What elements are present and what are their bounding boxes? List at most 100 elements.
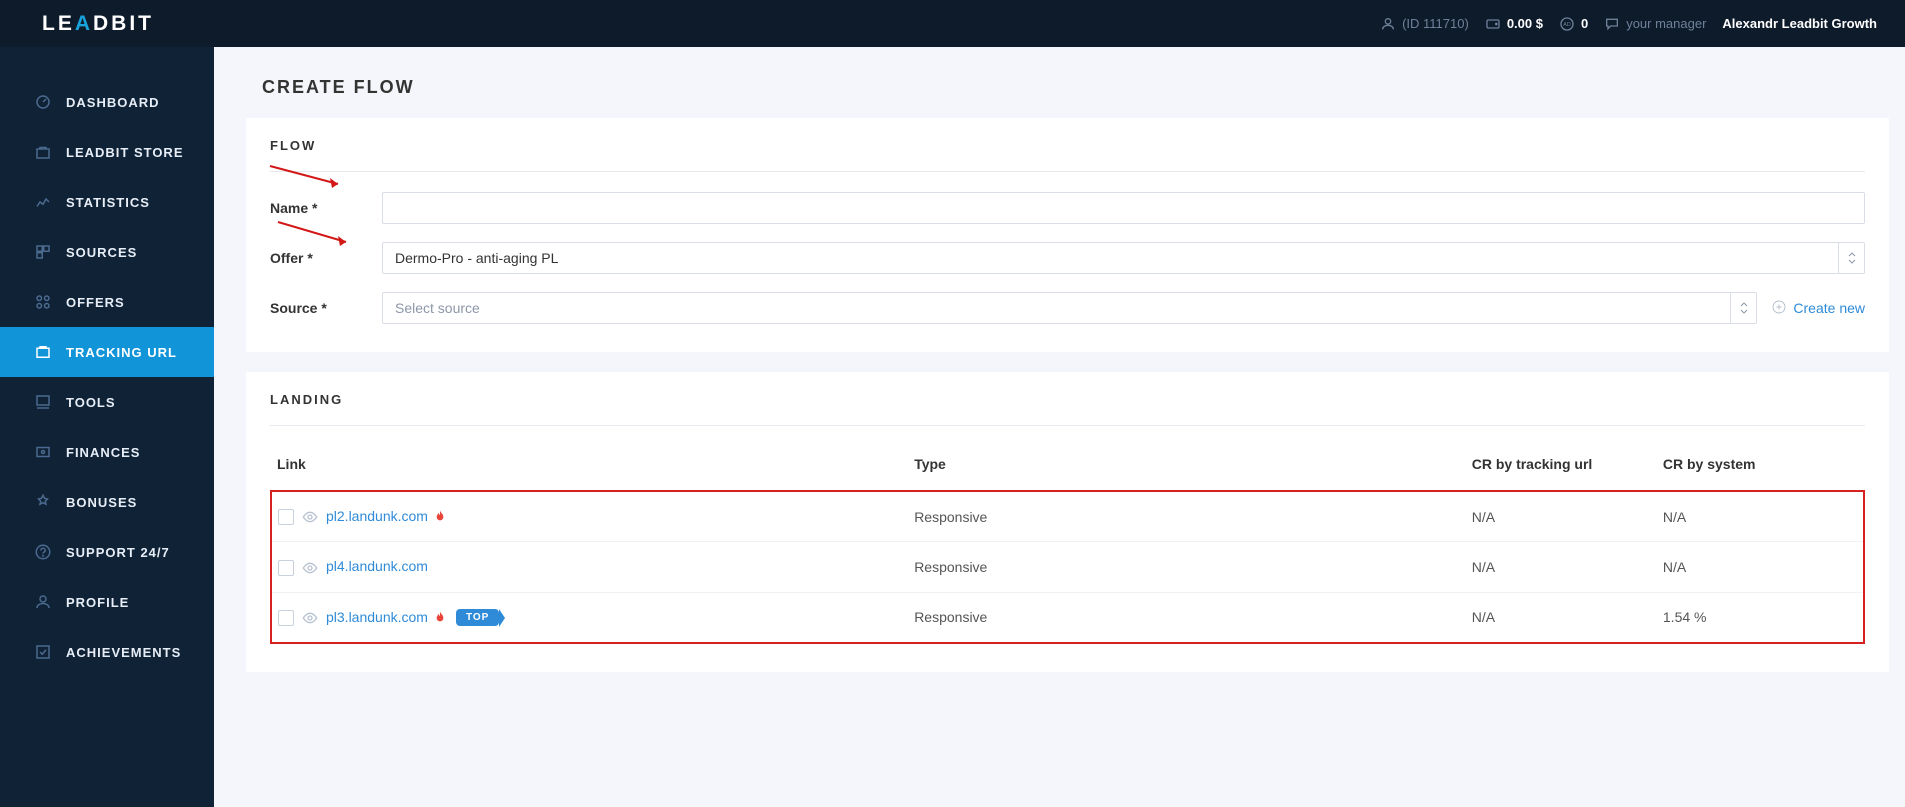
th-type: Type	[908, 446, 1466, 491]
cell-type: Responsive	[908, 592, 1466, 643]
flame-icon	[432, 610, 448, 626]
nav-label: TOOLS	[66, 395, 116, 410]
offer-select[interactable]: Dermo-Pro - anti-aging PL	[382, 242, 1865, 274]
nav-icon	[34, 443, 52, 461]
user-id: (ID 111710)	[1372, 16, 1477, 32]
sidebar-item-finances[interactable]: FINANCES	[0, 427, 214, 477]
nav-label: SOURCES	[66, 245, 137, 260]
content: CREATE FLOW FLOW Name * Offer *	[214, 47, 1905, 807]
offer-label: Offer *	[270, 250, 382, 266]
chat-icon	[1604, 16, 1620, 32]
cell-type: Responsive	[908, 491, 1466, 542]
logo-part: LE	[42, 12, 75, 35]
nav-icon	[34, 643, 52, 661]
nav-label: SUPPORT 24/7	[66, 545, 170, 560]
sidebar-item-tracking-url[interactable]: TRACKING URL	[0, 327, 214, 377]
nav-label: BONUSES	[66, 495, 137, 510]
cell-link: pl3.landunk.com TOP	[271, 592, 908, 643]
landing-link[interactable]: pl3.landunk.com	[326, 609, 428, 625]
name-input[interactable]	[382, 192, 1865, 224]
nav-icon	[34, 293, 52, 311]
user-icon	[1380, 16, 1396, 32]
cell-cr-track: N/A	[1466, 592, 1657, 643]
row-checkbox[interactable]	[278, 610, 294, 626]
cell-link: pl4.landunk.com	[271, 542, 908, 592]
nav-label: TRACKING URL	[66, 345, 177, 360]
sidebar-item-bonuses[interactable]: BONUSES	[0, 477, 214, 527]
nav-icon	[34, 243, 52, 261]
sidebar-item-tools[interactable]: TOOLS	[0, 377, 214, 427]
manager[interactable]: your manager	[1596, 16, 1714, 32]
row-name: Name *	[270, 192, 1865, 224]
sidebar-item-leadbit-store[interactable]: LEADBIT STORE	[0, 127, 214, 177]
landing-link[interactable]: pl2.landunk.com	[326, 508, 428, 524]
logo[interactable]: LEADBIT	[42, 12, 154, 36]
sidebar-item-sources[interactable]: SOURCES	[0, 227, 214, 277]
row-checkbox[interactable]	[278, 560, 294, 576]
svg-text:AD: AD	[1563, 22, 1571, 28]
th-link: Link	[271, 446, 908, 491]
nav-label: DASHBOARD	[66, 95, 160, 110]
source-placeholder: Select source	[395, 300, 480, 316]
wallet-icon	[1485, 16, 1501, 32]
logo-wrap: LEADBIT	[0, 12, 214, 36]
sidebar-item-dashboard[interactable]: DASHBOARD	[0, 77, 214, 127]
cell-cr-track: N/A	[1466, 542, 1657, 592]
ad-icon: AD	[1559, 16, 1575, 32]
user-id-text: (ID 111710)	[1402, 16, 1469, 31]
nav-icon	[34, 393, 52, 411]
sidebar-item-offers[interactable]: OFFERS	[0, 277, 214, 327]
eye-icon[interactable]	[302, 509, 318, 525]
offer-select-value: Dermo-Pro - anti-aging PL	[395, 250, 558, 266]
nav-icon	[34, 93, 52, 111]
sidebar-item-support-24-7[interactable]: SUPPORT 24/7	[0, 527, 214, 577]
name-label: Name *	[270, 200, 382, 216]
sidebar: DASHBOARD LEADBIT STORESTATISTICS SOURCES O…	[0, 47, 214, 807]
balance[interactable]: 0.00 $	[1477, 16, 1551, 32]
flow-card: FLOW Name * Offer * Dermo-Pro - anti-agi…	[246, 118, 1889, 352]
row-checkbox[interactable]	[278, 509, 294, 525]
landing-link[interactable]: pl4.landunk.com	[326, 558, 428, 574]
create-new-text: Create new	[1793, 300, 1865, 316]
landing-table: Link Type CR by tracking url CR by syste…	[270, 446, 1865, 644]
cell-link: pl2.landunk.com	[271, 491, 908, 542]
manager-name-text: Alexandr Leadbit Growth	[1722, 16, 1877, 31]
nav-icon	[34, 543, 52, 561]
eye-icon[interactable]	[302, 560, 318, 576]
page-title: CREATE FLOW	[262, 77, 1905, 98]
flow-section-title: FLOW	[270, 138, 1865, 172]
table-row: pl4.landunk.comResponsiveN/AN/A	[271, 542, 1864, 592]
th-cr-track: CR by tracking url	[1466, 446, 1657, 491]
manager-label: your manager	[1626, 16, 1706, 31]
nav-label: PROFILE	[66, 595, 129, 610]
source-select[interactable]: Select source	[382, 292, 1757, 324]
landing-card: LANDING Link Type CR by tracking url CR …	[246, 372, 1889, 672]
logo-part: DBIT	[93, 12, 154, 35]
nav-icon	[34, 493, 52, 511]
nav-icon	[34, 343, 52, 361]
menu-toggle-icon[interactable]	[214, 13, 250, 34]
logo-triangle: A	[75, 12, 93, 35]
sidebar-item-statistics[interactable]: STATISTICS	[0, 177, 214, 227]
source-label: Source *	[270, 300, 382, 316]
chevron-updown-icon	[1838, 243, 1864, 273]
top-badge: TOP	[456, 609, 499, 626]
sidebar-item-profile[interactable]: PROFILE	[0, 577, 214, 627]
row-source: Source * Select source Create new	[270, 292, 1865, 324]
landing-tbody: pl2.landunk.comResponsiveN/AN/Apl4.landu…	[271, 491, 1864, 643]
cell-cr-sys: 1.54 %	[1657, 592, 1864, 643]
nav-label: ACHIEVEMENTS	[66, 645, 181, 660]
nav-icon	[34, 143, 52, 161]
manager-name[interactable]: Alexandr Leadbit Growth	[1714, 16, 1885, 31]
nav-icon	[34, 593, 52, 611]
th-cr-sys: CR by system	[1657, 446, 1864, 491]
table-header-row: Link Type CR by tracking url CR by syste…	[271, 446, 1864, 491]
cell-cr-sys: N/A	[1657, 491, 1864, 542]
nav-icon	[34, 193, 52, 211]
create-new-link[interactable]: Create new	[1771, 299, 1865, 318]
balance-value: 0.00 $	[1507, 16, 1543, 31]
sidebar-item-achievements[interactable]: ACHIEVEMENTS	[0, 627, 214, 677]
nav-label: FINANCES	[66, 445, 140, 460]
ad-count[interactable]: AD 0	[1551, 16, 1596, 32]
eye-icon[interactable]	[302, 610, 318, 626]
